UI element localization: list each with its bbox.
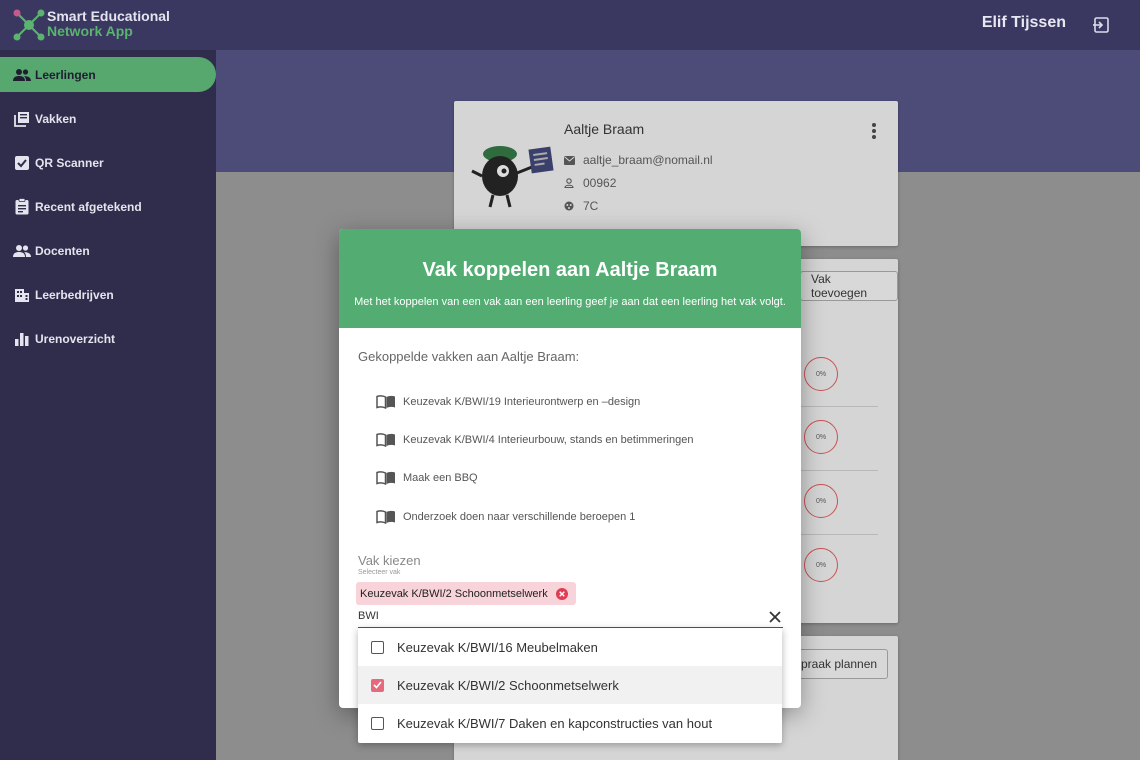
subject-progress: 0% bbox=[804, 357, 838, 391]
people-icon bbox=[13, 66, 31, 84]
sidebar: Leerlingen Vakken QR Scanner Recent afge… bbox=[0, 50, 216, 760]
student-class: 7C bbox=[583, 199, 599, 213]
more-options-icon[interactable] bbox=[872, 123, 876, 139]
student-number: 00962 bbox=[583, 176, 617, 190]
subject-option[interactable]: Keuzevak K/BWI/2 Schoonmetselwerk bbox=[358, 666, 782, 704]
subject-option[interactable]: Keuzevak K/BWI/7 Daken en kapconstructie… bbox=[358, 704, 782, 742]
linked-subjects-label: Gekoppelde vakken aan Aaltje Braam: bbox=[358, 349, 580, 364]
linked-subject-item: Onderzoek doen naar verschillende beroep… bbox=[376, 510, 635, 524]
remove-chip-icon[interactable] bbox=[555, 587, 568, 600]
class-icon bbox=[564, 201, 578, 211]
subject-progress: 0% bbox=[804, 484, 838, 518]
sidebar-item-leerbedrijven[interactable]: Leerbedrijven bbox=[0, 277, 216, 312]
dialog-subtitle: Met het koppelen van een vak aan een lee… bbox=[354, 296, 786, 308]
student-class-row: 7C bbox=[564, 199, 598, 213]
top-bar: Smart Educational Network App Elif Tijss… bbox=[0, 0, 1140, 50]
network-logo-icon bbox=[13, 9, 45, 41]
linked-subject-item: Keuzevak K/BWI/4 Interieurbouw, stands e… bbox=[376, 433, 693, 447]
selected-subject-chip[interactable]: Keuzevak K/BWI/2 Schoonmetselwerk bbox=[356, 582, 576, 605]
select-subject-hint: Selecteer vak bbox=[358, 569, 401, 576]
clear-search-icon[interactable] bbox=[768, 610, 782, 624]
logout-icon[interactable] bbox=[1092, 16, 1110, 34]
open-book-icon bbox=[376, 395, 395, 409]
subject-options-dropdown: Keuzevak K/BWI/16 Meubelmaken Keuzevak K… bbox=[358, 628, 782, 743]
sidebar-item-docenten[interactable]: Docenten bbox=[0, 233, 216, 268]
select-subject-label: Vak kiezen bbox=[358, 553, 421, 568]
chip-label: Keuzevak K/BWI/2 Schoonmetselwerk bbox=[360, 587, 548, 600]
checkbox[interactable] bbox=[371, 640, 384, 654]
bar-chart-icon bbox=[13, 330, 31, 348]
sidebar-item-vakken[interactable]: Vakken bbox=[0, 101, 216, 136]
student-email-row: aaltje_braam@nomail.nl bbox=[564, 153, 713, 167]
divider bbox=[794, 470, 878, 471]
app-title-line2: Network App bbox=[47, 23, 133, 39]
people-icon bbox=[13, 242, 31, 260]
user-name[interactable]: Elif Tijssen bbox=[982, 14, 1066, 32]
checkbox[interactable] bbox=[371, 716, 384, 730]
open-book-icon bbox=[376, 510, 395, 524]
student-email: aaltje_braam@nomail.nl bbox=[583, 153, 713, 167]
checkbox-checked[interactable] bbox=[371, 678, 384, 692]
option-label: Keuzevak K/BWI/7 Daken en kapconstructie… bbox=[397, 715, 713, 731]
app-title-line1: Smart Educational bbox=[47, 8, 170, 24]
sidebar-item-leerlingen[interactable]: Leerlingen bbox=[0, 57, 216, 92]
dialog-header: Vak koppelen aan Aaltje Braam Met het ko… bbox=[339, 229, 801, 328]
linked-subject-name: Onderzoek doen naar verschillende beroep… bbox=[403, 511, 636, 523]
clipboard-icon bbox=[13, 198, 31, 216]
app-title: Smart Educational Network App bbox=[47, 9, 170, 39]
subject-search-input[interactable]: BWI bbox=[358, 610, 379, 622]
divider bbox=[794, 534, 878, 535]
option-label: Keuzevak K/BWI/2 Schoonmetselwerk bbox=[397, 677, 619, 693]
checkbox-icon bbox=[13, 154, 31, 172]
linked-subject-name: Keuzevak K/BWI/19 Interieurontwerp en –d… bbox=[403, 396, 641, 408]
plan-appointment-button[interactable]: praak plannen bbox=[790, 649, 889, 679]
linked-subject-name: Keuzevak K/BWI/4 Interieurbouw, stands e… bbox=[403, 434, 694, 446]
sidebar-item-label: Leerbedrijven bbox=[35, 287, 114, 302]
subject-progress: 0% bbox=[804, 548, 838, 582]
divider bbox=[794, 406, 878, 407]
open-book-icon bbox=[376, 471, 395, 485]
building-icon bbox=[13, 286, 31, 304]
open-book-icon bbox=[376, 433, 395, 447]
sidebar-item-qr-scanner[interactable]: QR Scanner bbox=[0, 145, 216, 180]
student-profile-card: Aaltje Braam aaltje_braam@nomail.nl 0096… bbox=[454, 101, 898, 246]
subject-progress: 0% bbox=[804, 420, 838, 454]
sidebar-item-label: Recent afgetekend bbox=[35, 199, 142, 214]
linked-subject-item: Keuzevak K/BWI/19 Interieurontwerp en –d… bbox=[376, 395, 640, 409]
sidebar-item-label: Urenoverzicht bbox=[35, 331, 116, 346]
mail-icon bbox=[564, 155, 578, 165]
subject-option[interactable]: Keuzevak K/BWI/16 Meubelmaken bbox=[358, 628, 782, 666]
sidebar-item-label: Vakken bbox=[35, 111, 77, 126]
sidebar-item-label: QR Scanner bbox=[35, 155, 104, 170]
student-number-row: 00962 bbox=[564, 176, 616, 190]
option-label: Keuzevak K/BWI/16 Meubelmaken bbox=[397, 639, 598, 655]
person-icon bbox=[564, 178, 578, 188]
linked-subject-item: Maak een BBQ bbox=[376, 471, 478, 485]
check-icon bbox=[373, 681, 382, 689]
linked-subject-name: Maak een BBQ bbox=[403, 472, 478, 484]
sidebar-item-label: Docenten bbox=[35, 243, 90, 258]
student-name: Aaltje Braam bbox=[564, 121, 645, 137]
sidebar-item-label: Leerlingen bbox=[35, 67, 96, 82]
sidebar-item-recent-afgetekend[interactable]: Recent afgetekend bbox=[0, 189, 216, 224]
mascot-avatar bbox=[471, 146, 554, 208]
add-subject-button[interactable]: Vak toevoegen bbox=[800, 271, 898, 301]
sidebar-item-urenoverzicht[interactable]: Urenoverzicht bbox=[0, 321, 216, 356]
dialog-title: Vak koppelen aan Aaltje Braam bbox=[422, 259, 718, 281]
library-books-icon bbox=[13, 110, 31, 128]
